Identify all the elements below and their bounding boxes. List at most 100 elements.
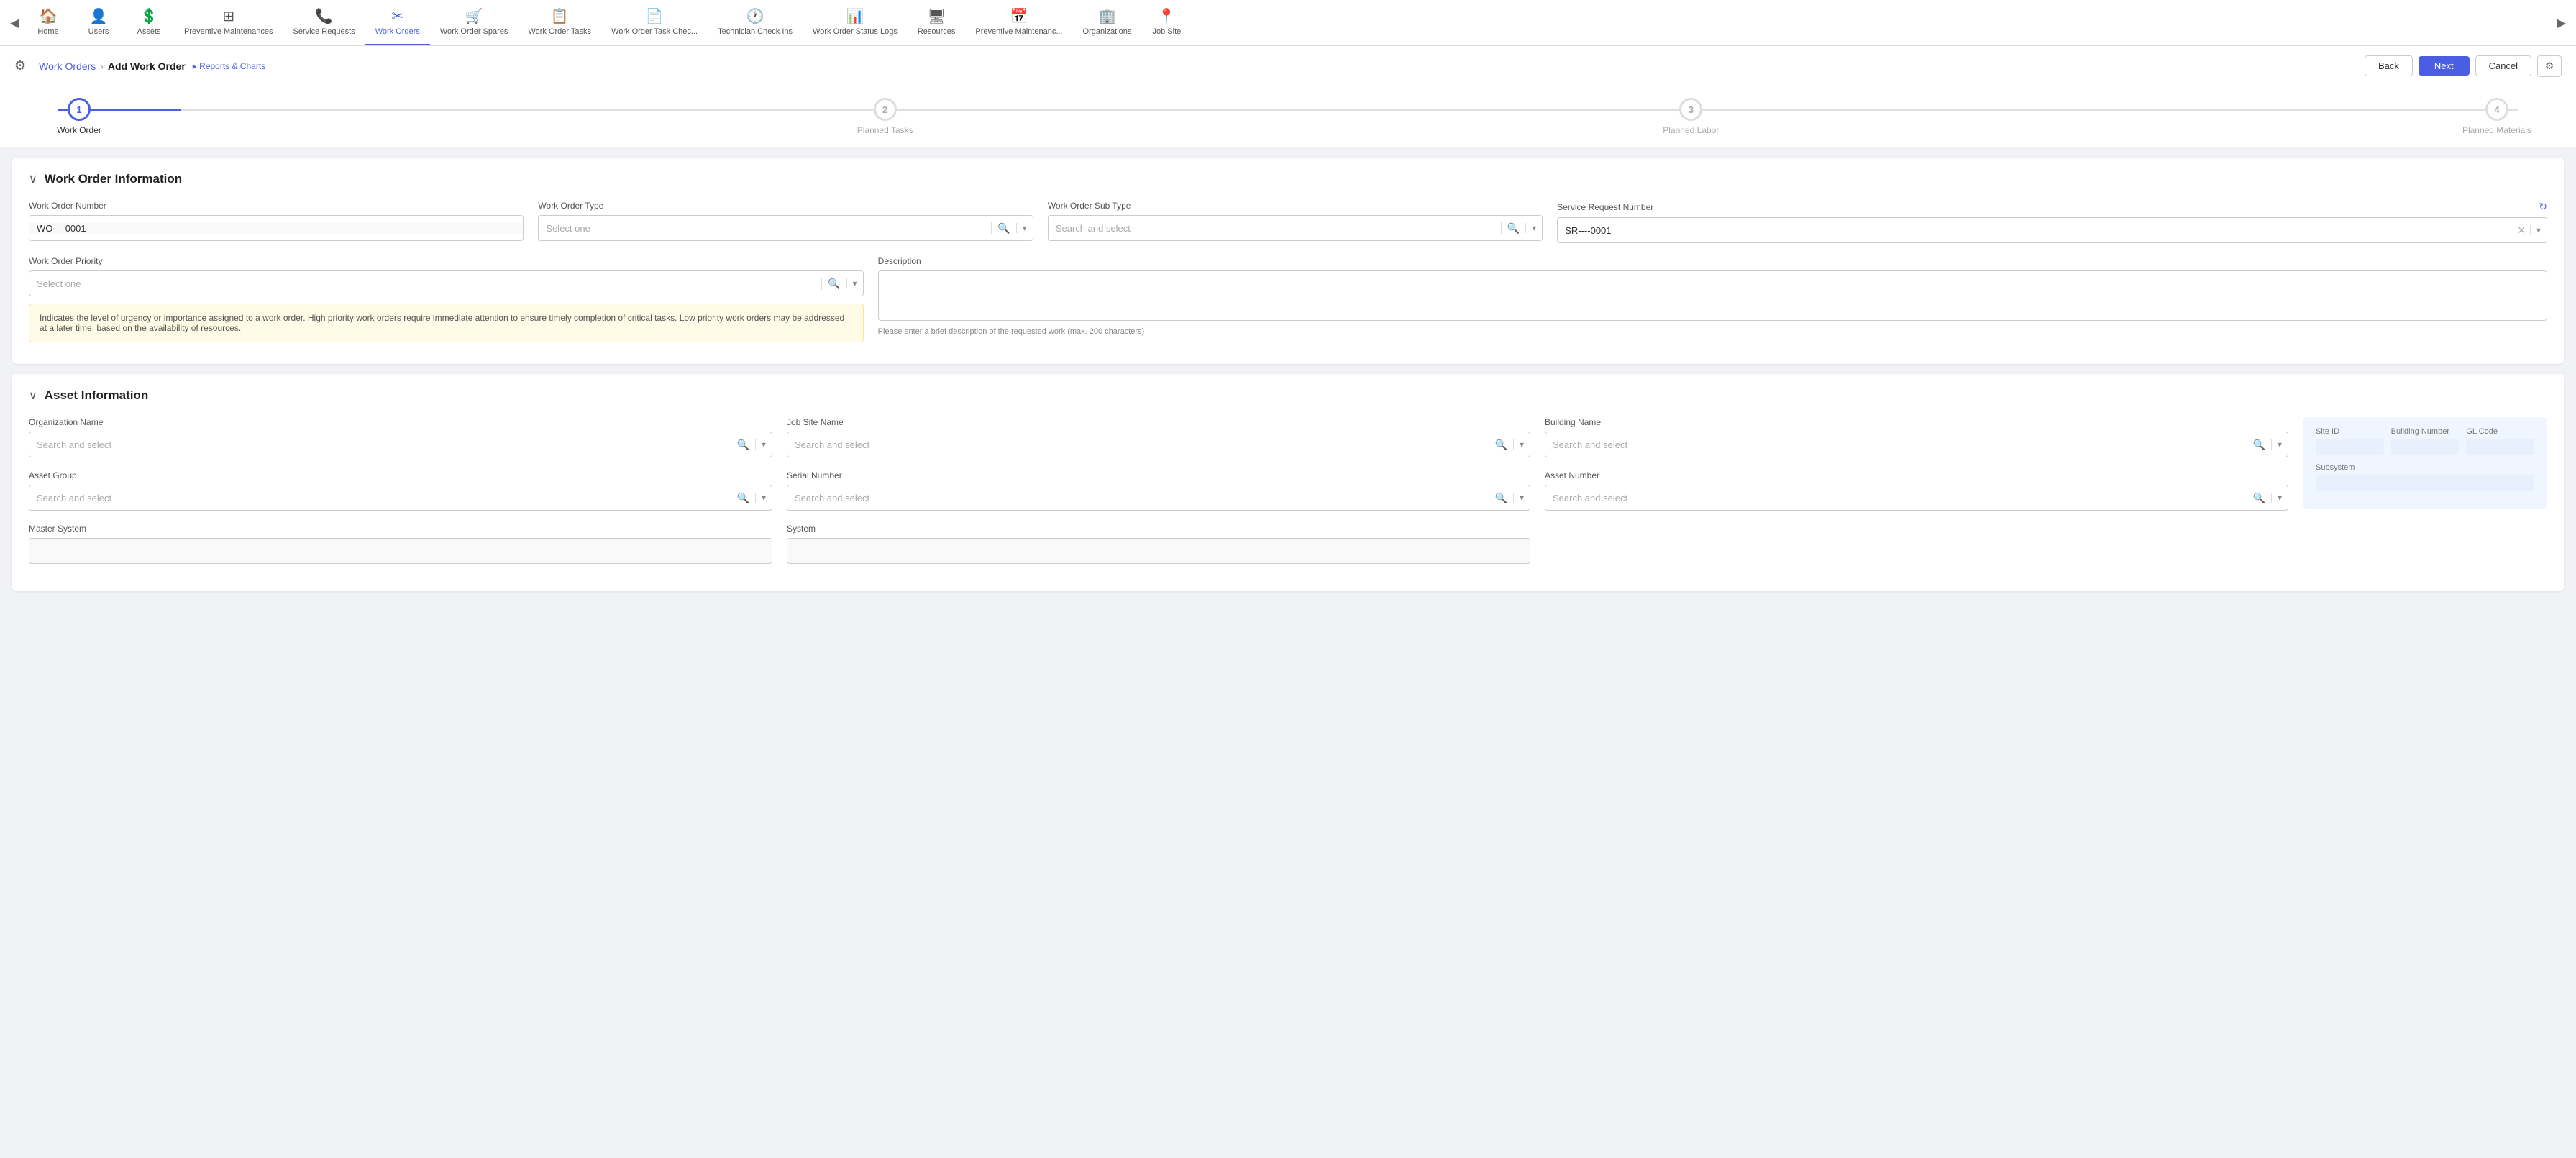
work-order-section-header[interactable]: ∨ Work Order Information [29, 172, 2547, 186]
filter-button[interactable]: ⚙ [2537, 55, 2562, 77]
serial-number-label: Serial Number [787, 470, 1530, 480]
work-order-number-input[interactable] [29, 223, 523, 234]
asset-number-dropdown-icon[interactable]: ▾ [2271, 493, 2288, 503]
work-order-type-input[interactable] [539, 223, 991, 234]
asset-number-field: Asset Number 🔍 ▾ [1545, 470, 2288, 511]
site-id-label: Site ID [2316, 427, 2384, 436]
master-system-field: Master System [29, 524, 772, 564]
breadcrumb-sub[interactable]: ▸ Reports & Charts [193, 61, 265, 71]
nav-item-technician-check-ins[interactable]: 🕐 Technician Check Ins [708, 0, 803, 46]
building-number-value [2391, 439, 2459, 455]
nav-item-preventive-maintenances-2[interactable]: 📅 Preventive Maintenanc... [965, 0, 1072, 46]
nav-item-users[interactable]: 👤 Users [73, 0, 124, 46]
asset-section-header[interactable]: ∨ Asset Information [29, 388, 2547, 403]
nav-item-work-order-task-check[interactable]: 📄 Work Order Task Chec... [601, 0, 708, 46]
job-site-dropdown-icon[interactable]: ▾ [1513, 439, 1530, 450]
building-name-dropdown-icon[interactable]: ▾ [2271, 439, 2288, 450]
asset-number-input-wrapper[interactable]: 🔍 ▾ [1545, 485, 2288, 511]
work-order-type-input-wrapper[interactable]: 🔍 ▾ [538, 215, 1033, 241]
asset-group-input-wrapper[interactable]: 🔍 ▾ [29, 485, 772, 511]
serial-number-input-wrapper[interactable]: 🔍 ▾ [787, 485, 1530, 511]
service-request-number-input[interactable] [1558, 225, 2513, 236]
asset-number-input[interactable] [1545, 493, 2247, 503]
resources-icon: 🖥 [927, 7, 945, 25]
page-toolbar: ⚙ Work Orders › Add Work Order ▸ Reports… [0, 46, 2576, 86]
work-order-tasks-icon: 📋 [551, 7, 569, 25]
nav-item-work-order-spares[interactable]: 🛒 Work Order Spares [430, 0, 519, 46]
building-name-search-icon: 🔍 [2247, 439, 2271, 451]
step-4[interactable]: 4 Planned Materials [2447, 98, 2547, 135]
description-textarea[interactable] [878, 270, 2547, 321]
description-label: Description [878, 256, 2547, 266]
step-3-label: Planned Labor [1663, 125, 1719, 135]
nav-item-work-orders[interactable]: ✂ Work Orders [365, 0, 430, 46]
work-order-priority-input-wrapper[interactable]: 🔍 ▾ [29, 270, 864, 296]
nav-item-resources[interactable]: 🖥 Resources [908, 0, 966, 46]
step-2[interactable]: 2 Planned Tasks [835, 98, 936, 135]
step-1[interactable]: 1 Work Order [29, 98, 129, 135]
building-name-input-wrapper[interactable]: 🔍 ▾ [1545, 432, 2288, 457]
building-number-label: Building Number [2391, 427, 2459, 436]
work-order-sub-type-dropdown-icon[interactable]: ▾ [1525, 223, 1542, 233]
work-order-priority-dropdown-icon[interactable]: ▾ [846, 278, 863, 288]
nav-prev-arrow[interactable]: ◀ [6, 14, 23, 32]
asset-group-input[interactable] [29, 493, 731, 503]
nav-item-work-order-tasks[interactable]: 📋 Work Order Tasks [518, 0, 601, 46]
breadcrumb-parent[interactable]: Work Orders [39, 60, 96, 72]
organization-name-input-wrapper[interactable]: 🔍 ▾ [29, 432, 772, 457]
back-button[interactable]: Back [2365, 55, 2413, 76]
organization-name-label: Organization Name [29, 417, 772, 427]
building-name-input[interactable] [1545, 439, 2247, 450]
serial-number-input[interactable] [787, 493, 1489, 503]
nav-item-assets[interactable]: 💲 Assets [124, 0, 174, 46]
asset-section-title: Asset Information [45, 388, 149, 403]
service-request-number-field: Service Request Number ↻ ✕ ▾ [1557, 201, 2547, 243]
cancel-button[interactable]: Cancel [2475, 55, 2531, 76]
org-name-dropdown-icon[interactable]: ▾ [755, 439, 772, 450]
step-3[interactable]: 3 Planned Labor [1640, 98, 1741, 135]
work-order-priority-search-icon: 🔍 [821, 278, 846, 290]
serial-number-dropdown-icon[interactable]: ▾ [1513, 493, 1530, 503]
nav-item-service-requests[interactable]: 📞 Service Requests [283, 0, 365, 46]
service-request-refresh-icon[interactable]: ↻ [2539, 201, 2547, 213]
asset-toggle-icon: ∨ [29, 388, 37, 403]
serial-number-search-icon: 🔍 [1489, 492, 1513, 504]
work-order-sub-type-field: Work Order Sub Type 🔍 ▾ [1048, 201, 1543, 243]
breadcrumb: Work Orders › Add Work Order ▸ Reports &… [39, 60, 2359, 72]
subsystem-col: Subsystem [2316, 463, 2534, 491]
service-request-number-input-wrapper[interactable]: ✕ ▾ [1557, 217, 2547, 243]
step-3-circle: 3 [1679, 98, 1702, 121]
work-order-priority-input[interactable] [29, 278, 821, 289]
asset-group-dropdown-icon[interactable]: ▾ [755, 493, 772, 503]
work-order-number-field: Work Order Number [29, 201, 524, 243]
organization-name-input[interactable] [29, 439, 731, 450]
job-site-name-input[interactable] [787, 439, 1489, 450]
work-order-task-check-icon: 📄 [646, 7, 664, 25]
preventive-maintenances-icon: ⊞ [222, 7, 234, 25]
service-request-clear-icon[interactable]: ✕ [2513, 224, 2530, 237]
work-order-sub-type-input[interactable] [1049, 223, 1501, 234]
work-order-type-label: Work Order Type [538, 201, 1033, 211]
work-order-sub-type-input-wrapper[interactable]: 🔍 ▾ [1048, 215, 1543, 241]
asset-number-label: Asset Number [1545, 470, 2288, 480]
work-order-information-section: ∨ Work Order Information Work Order Numb… [12, 158, 2564, 364]
job-site-name-input-wrapper[interactable]: 🔍 ▾ [787, 432, 1530, 457]
nav-item-work-order-status-logs[interactable]: 📊 Work Order Status Logs [803, 0, 908, 46]
nav-next-arrow[interactable]: ▶ [2553, 14, 2570, 32]
nav-items-container: 🏠 Home 👤 Users 💲 Assets ⊞ Preventive Mai… [23, 0, 2553, 46]
service-request-dropdown-icon[interactable]: ▾ [2530, 225, 2547, 235]
asset-information-section: ∨ Asset Information Organization Name 🔍 … [12, 374, 2564, 591]
job-site-name-label: Job Site Name [787, 417, 1530, 427]
asset-group-field: Asset Group 🔍 ▾ [29, 470, 772, 511]
nav-item-organizations[interactable]: 🏢 Organizations [1073, 0, 1142, 46]
breadcrumb-separator: › [100, 60, 104, 72]
info-panel-row-2: Subsystem [2316, 463, 2534, 491]
nav-item-preventive-maintenances[interactable]: ⊞ Preventive Maintenances [174, 0, 283, 46]
work-order-type-dropdown-icon[interactable]: ▾ [1016, 223, 1033, 233]
settings-icon[interactable]: ⚙ [14, 58, 26, 73]
nav-item-job-site[interactable]: 📍 Job Site [1141, 0, 1192, 46]
next-button[interactable]: Next [2419, 56, 2470, 76]
asset-row-2: Asset Group 🔍 ▾ Serial Number 🔍 ▾ [29, 470, 2288, 511]
work-order-section-title: Work Order Information [45, 172, 182, 186]
nav-item-home[interactable]: 🏠 Home [23, 0, 73, 46]
